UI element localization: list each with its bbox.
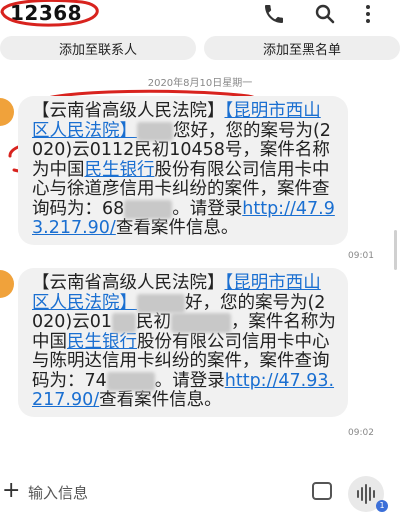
scrollbar[interactable]	[394, 230, 397, 270]
more-icon[interactable]	[356, 2, 380, 26]
message-bubble[interactable]: 【云南省高级人民法院】【昆明市西山区人民法院】XXX您好，您的案号为(2020)…	[18, 96, 348, 245]
text-segment: 【云南省高级人民法院】	[32, 101, 225, 121]
sender-avatar	[0, 270, 14, 298]
plus-icon[interactable]: +	[2, 480, 20, 504]
add-to-blacklist-button[interactable]: 添加至黑名单	[204, 36, 400, 60]
phone-icon[interactable]	[262, 2, 286, 26]
conversation-header: 12368	[0, 0, 400, 32]
redacted-text: XX	[112, 313, 136, 333]
add-to-contacts-button[interactable]: 添加至联系人	[0, 36, 196, 60]
text-segment: 民初	[135, 312, 171, 332]
sender-number: 12368	[10, 1, 83, 25]
bank-link[interactable]: 民生银行	[85, 160, 155, 180]
message-input[interactable]: 输入信息	[28, 482, 88, 503]
message-time: 09:01	[348, 251, 374, 261]
sticker-icon[interactable]	[312, 482, 332, 500]
message-bubble[interactable]: 【云南省高级人民法院】【昆明市西山区人民法院】XXXX好，您的案号为(2020)…	[18, 268, 348, 417]
redacted-text: XXXXX	[170, 313, 231, 333]
text-segment: 【云南省高级人民法院】	[32, 273, 225, 293]
sender-avatar	[0, 98, 14, 126]
text-segment: 查看案件信息。	[115, 218, 239, 238]
redacted-text: XXXX	[124, 199, 173, 219]
redacted-text: XXX	[137, 121, 173, 141]
text-segment: 查看案件信息。	[99, 390, 222, 410]
message-time: 09:02	[348, 428, 374, 438]
redacted-text: XXXX	[137, 293, 185, 313]
notification-badge: 1	[376, 500, 388, 512]
message-text: 【云南省高级人民法院】【昆明市西山区人民法院】XXX您好，您的案号为(2020)…	[32, 101, 336, 239]
message-composer: + 输入信息 1	[0, 474, 400, 519]
redacted-text: XXXX	[106, 371, 155, 391]
date-divider: 2020年8月10日星期一	[147, 78, 253, 89]
search-icon[interactable]	[313, 2, 337, 26]
text-segment: 。请登录	[172, 198, 243, 219]
bank-link[interactable]: 民生银行	[67, 332, 137, 352]
message-text: 【云南省高级人民法院】【昆明市西山区人民法院】XXXX好，您的案号为(2020)…	[32, 273, 336, 411]
text-segment: 。请登录	[154, 370, 225, 391]
